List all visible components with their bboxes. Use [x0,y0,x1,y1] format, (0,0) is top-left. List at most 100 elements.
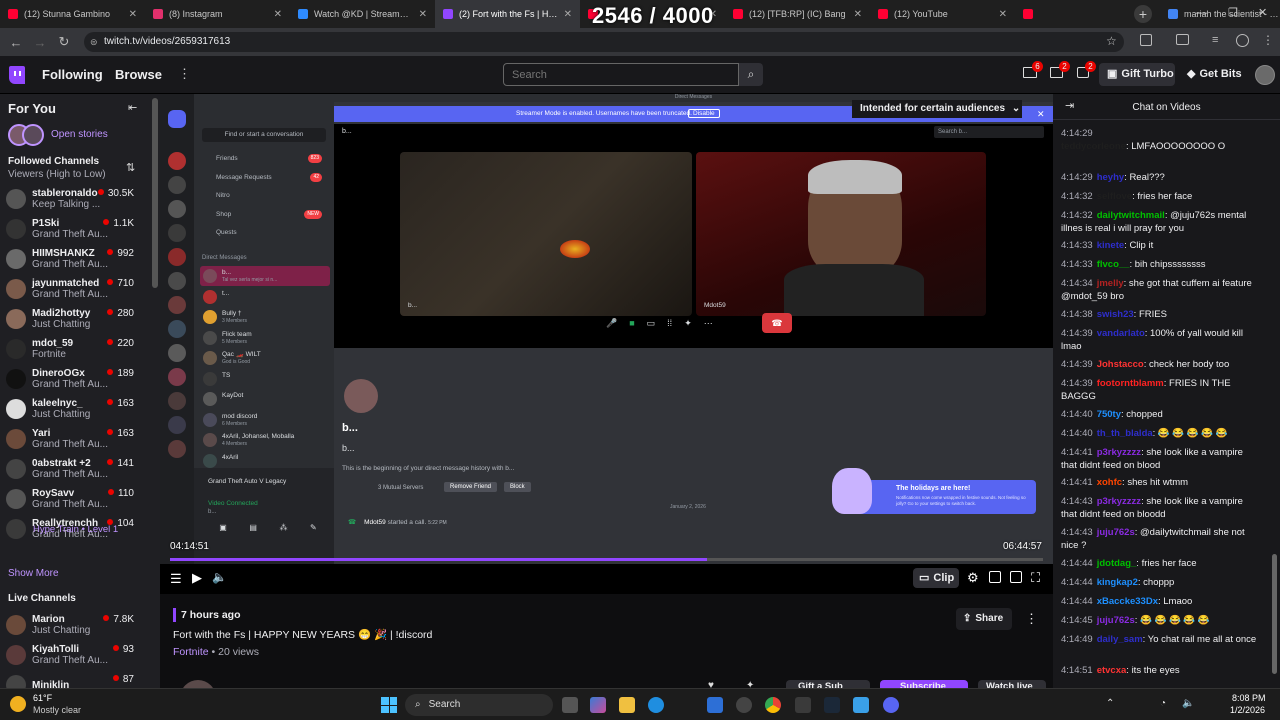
more-menu-icon[interactable]: ⋮ [178,66,191,82]
chat-username[interactable]: jmelly [1097,278,1124,289]
close-tab-icon[interactable]: ✕ [129,9,137,20]
tray-chevron-icon[interactable]: ⌃ [1106,698,1114,709]
weather-icon[interactable] [10,696,26,712]
sidebar-channel[interactable]: jayunmatched Grand Theft Au... 710 [0,274,152,304]
watch-live-button[interactable]: Watch live [978,680,1046,688]
video-game-link[interactable]: Fortnite [173,646,209,658]
chat-username[interactable]: flvco__ [1097,259,1130,270]
sidebar-channel[interactable]: Madi2hottyy Just Chatting 280 [0,304,152,334]
theatre-mode-icon[interactable] [1010,571,1022,583]
intended-audience-banner[interactable]: Intended for certain audiences ⌄ [852,100,1022,118]
copilot-icon[interactable] [590,697,606,713]
sort-icon[interactable]: ⇅ [126,161,135,174]
windows-start-icon[interactable] [381,697,397,713]
chat-username[interactable]: juju762s [1097,527,1135,538]
clip-button[interactable]: ▭ Clip [913,568,959,588]
chat-username[interactable]: p3rkyzzzz [1097,447,1141,458]
browser-tab[interactable]: (12) [TFB:RP] (IC) Bang ✕ [725,0,870,28]
share-button[interactable]: ⇪ Share [956,608,1012,630]
chat-username[interactable]: p3rkyzzzz [1097,496,1141,507]
chat-username[interactable]: dailytwitchmail [1097,210,1165,221]
subscribe-button[interactable]: Subscribe [880,680,968,688]
file-explorer-icon[interactable] [619,697,635,713]
close-tab-icon[interactable]: ✕ [274,9,282,20]
terminal-icon[interactable] [795,697,811,713]
new-tab-button[interactable]: + [1134,5,1152,23]
url-field[interactable]: ⊜ twitch.tv/videos/2659317613 [84,32,1124,52]
chat-username[interactable]: kingkap2 [1097,577,1138,588]
chat-username[interactable]: heyhy [1097,172,1124,183]
sidebar-channel[interactable]: P1Ski Grand Theft Au... 1.1K [0,214,152,244]
miniplayer-icon[interactable] [989,571,1001,583]
twitch-logo-icon[interactable] [9,66,25,84]
chat-username[interactable]: swish23 [1097,309,1134,320]
sidebar-channel[interactable]: stableronaldo Keep Talking ... 30.5K [0,184,152,214]
fullscreen-icon[interactable]: ⛶ [1031,570,1040,586]
gift-sub-button[interactable]: Gift a Sub [786,680,870,688]
chat-username[interactable]: 750ty [1097,409,1121,420]
sidebar-channel[interactable]: RoySavv Grand Theft Au... 110 [0,484,152,514]
search-input[interactable] [503,63,739,86]
app-icon[interactable] [736,697,752,713]
browser-tab[interactable]: (12) YouTube ✕ [870,0,1015,28]
open-stories-link[interactable]: Open stories [51,129,108,140]
volume-icon[interactable]: 🔈 [212,570,227,584]
close-tab-icon[interactable]: ✕ [854,9,862,20]
search-button[interactable]: ⌕ [739,63,763,86]
browser-tab[interactable]: (2) Fort with the Fs | HAPP ✕ [435,0,580,28]
minimize-icon[interactable]: — [1196,7,1207,19]
video-player[interactable]: Find or start a conversation Friends 823 M… [160,94,1053,594]
play-icon[interactable]: ▶ [192,570,202,586]
cast-icon[interactable] [1176,34,1189,45]
task-view-icon[interactable] [562,697,578,713]
live-channel[interactable]: KiyahTolli Grand Theft Au... 93 [0,640,152,670]
bookmark-star-icon[interactable]: ☆ [1106,34,1117,48]
chat-username[interactable]: juju762s [1097,615,1135,626]
back-icon[interactable]: ← [4,30,28,54]
sidebar-channel[interactable]: kaleelnyc_ Just Chatting 163 [0,394,152,424]
chat-username[interactable]: daily_sam [1097,634,1143,645]
media-icon[interactable]: ≡ [1212,34,1218,46]
reload-icon[interactable]: ↻ [52,30,76,54]
wifi-icon[interactable]: ◔ [1160,698,1166,709]
chat-username[interactable]: th_th_blalda [1097,428,1153,439]
steam-icon[interactable] [824,697,840,713]
chrome-icon[interactable] [765,697,781,713]
chat-username[interactable]: teddycorleone [1061,141,1126,152]
chat-username[interactable]: kinete [1097,240,1124,251]
maximize-icon[interactable]: ❐ [1228,6,1238,19]
nav-following[interactable]: Following [42,67,103,82]
more-options-icon[interactable]: ⋮ [1025,611,1038,627]
sidebar-channel[interactable]: 0abstrakt +2 Grand Theft Au... 141 [0,454,152,484]
close-tab-icon[interactable]: ✕ [999,9,1007,20]
photos-icon[interactable] [853,697,869,713]
chat-username[interactable]: xohfc [1097,477,1122,488]
get-bits-button[interactable]: ◆ Get Bits [1181,63,1249,86]
extensions-icon[interactable] [1140,34,1152,46]
browser-tab[interactable]: (12) Stunna Gambino ✕ [0,0,145,28]
profile-icon[interactable] [1236,34,1249,47]
sidebar-channel[interactable]: mdot_59 Fortnite 220 [0,334,152,364]
close-window-icon[interactable]: ✕ [1258,6,1267,19]
seek-bar[interactable] [170,558,1043,561]
edge-icon[interactable] [648,697,664,713]
chat-username[interactable]: footorntblamm [1097,378,1164,389]
browser-menu-icon[interactable]: ⋮ [1262,33,1274,47]
chat-username[interactable]: vandarlato [1097,328,1145,339]
sidebar-scrollbar[interactable] [152,98,158,288]
settings-gear-icon[interactable]: ⚙ [967,570,979,586]
chat-scrollbar[interactable] [1272,554,1277,674]
live-channel[interactable]: Miniklin 87 [0,670,152,688]
live-channel[interactable]: Marion Just Chatting 7.8K [0,610,152,640]
close-tab-icon[interactable]: ✕ [419,9,427,20]
chat-username[interactable]: Johstacco [1097,359,1144,370]
notify-icon[interactable]: ✦ [746,680,754,688]
sidebar-channel[interactable]: Yari Grand Theft Au... 163 [0,424,152,454]
show-more-link[interactable]: Show More [8,568,59,579]
nav-browse[interactable]: Browse [115,67,162,82]
site-info-icon[interactable]: ⊜ [90,32,98,52]
browser-tab[interactable]: Watch @KD | Streamable ✕ [290,0,435,28]
mail-icon[interactable] [707,697,723,713]
browser-tab[interactable]: (8) Instagram ✕ [145,0,290,28]
discord-icon[interactable] [883,697,899,713]
